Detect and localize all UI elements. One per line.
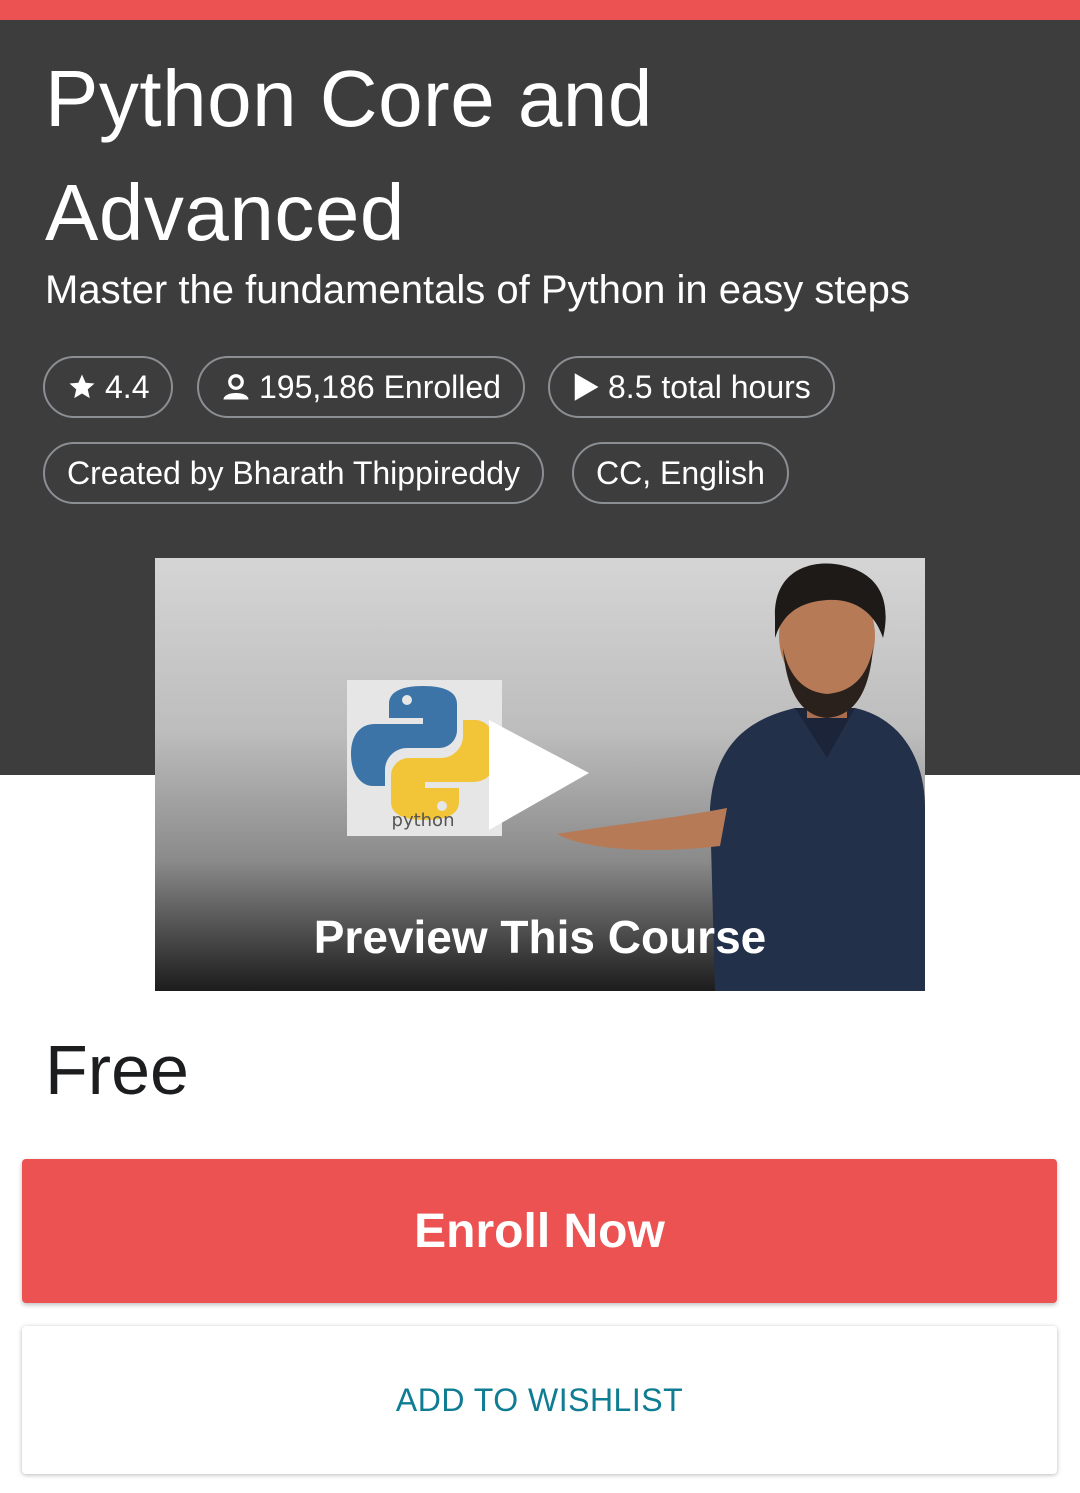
preview-course-label[interactable]: Preview This Course (155, 910, 925, 964)
python-logo: python (347, 680, 502, 836)
enroll-now-button[interactable]: Enroll Now (22, 1159, 1057, 1303)
total-hours: 8.5 total hours (608, 368, 811, 405)
course-subtitle: Master the fundamentals of Python in eas… (45, 268, 910, 312)
course-title: Python Core and Advanced (45, 54, 653, 257)
caption-languages: CC, English (596, 454, 765, 491)
enrolled-count: 195,186 Enrolled (259, 368, 501, 405)
rating-value: 4.4 (105, 368, 150, 405)
play-icon (572, 372, 600, 402)
creator-name: Created by Bharath Thippireddy (67, 454, 521, 491)
add-to-wishlist-button[interactable]: ADD TO WISHLIST (22, 1326, 1057, 1474)
user-icon (221, 372, 251, 402)
star-icon (67, 372, 97, 402)
play-button-icon[interactable] (489, 720, 589, 830)
language-badge: CC, English (572, 442, 789, 504)
rating-badge: 4.4 (43, 356, 174, 418)
course-landing-page: Python Core and Advanced Master the fund… (0, 0, 1080, 1493)
course-price: Free (45, 1031, 189, 1109)
hours-badge: 8.5 total hours (548, 356, 835, 418)
creator-badge: Created by Bharath Thippireddy (43, 442, 545, 504)
accent-bar (0, 0, 1080, 20)
course-preview-video[interactable]: python Preview This Course (155, 558, 925, 991)
enrolled-badge: 195,186 Enrolled (197, 356, 525, 418)
python-logo-text: python (392, 810, 455, 831)
